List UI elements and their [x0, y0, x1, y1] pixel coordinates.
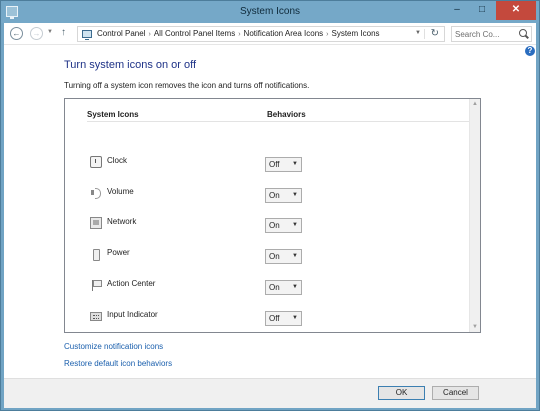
cancel-button[interactable]: Cancel	[432, 386, 479, 400]
ok-button[interactable]: OK	[378, 386, 425, 400]
header-divider	[87, 121, 473, 122]
row-volume: Volume On ▼	[87, 186, 327, 203]
clock-icon	[90, 156, 102, 168]
address-dropdown-icon[interactable]: ▼	[415, 30, 421, 36]
client-area: ← → ▼ ↑ Control Panel › All Control Panel …	[4, 23, 536, 408]
breadcrumb: Control Panel › All Control Panel Items › No…	[97, 29, 380, 38]
select-value: On	[269, 221, 280, 230]
search-input[interactable]	[455, 28, 517, 40]
chevron-down-icon: ▼	[292, 192, 298, 198]
clock-behavior-select[interactable]: Off ▼	[265, 157, 302, 172]
power-behavior-select[interactable]: On ▼	[265, 249, 302, 264]
input-indicator-behavior-select[interactable]: Off ▼	[265, 311, 302, 326]
column-header-system-icons: System Icons	[87, 110, 139, 119]
volume-behavior-select[interactable]: On ▼	[265, 188, 302, 203]
action-center-icon	[90, 279, 102, 291]
action-center-behavior-select[interactable]: On ▼	[265, 280, 302, 295]
address-box[interactable]: Control Panel › All Control Panel Items › No…	[77, 26, 445, 42]
help-icon[interactable]: ?	[525, 46, 535, 56]
row-label: Power	[107, 248, 130, 257]
chevron-down-icon: ▼	[292, 222, 298, 228]
column-header-behaviors: Behaviors	[267, 110, 306, 119]
row-label: Network	[107, 217, 137, 226]
system-icons-list: System Icons Behaviors Clock Off ▼ Volum…	[64, 98, 481, 333]
vertical-scrollbar[interactable]: ▲ ▼	[469, 99, 480, 332]
breadcrumb-separator[interactable]: ›	[238, 31, 240, 38]
network-behavior-select[interactable]: On ▼	[265, 218, 302, 233]
breadcrumb-control-panel[interactable]: Control Panel	[97, 29, 145, 38]
refresh-icon[interactable]: ↻	[431, 28, 439, 39]
chevron-down-icon: ▼	[292, 253, 298, 259]
address-bar: ← → ▼ ↑ Control Panel › All Control Panel …	[4, 23, 536, 45]
breadcrumb-notification-area-icons[interactable]: Notification Area Icons	[244, 29, 324, 38]
title-bar[interactable]: System Icons – □ ✕	[1, 1, 539, 23]
row-action-center: Action Center On ▼	[87, 278, 327, 295]
chevron-down-icon: ▼	[292, 284, 298, 290]
dialog-footer: OK Cancel	[4, 378, 536, 408]
restore-default-icon-behaviors-link[interactable]: Restore default icon behaviors	[64, 359, 172, 368]
close-button[interactable]: ✕	[496, 1, 536, 20]
scroll-up-icon[interactable]: ▲	[472, 101, 478, 107]
volume-icon	[90, 187, 102, 199]
chevron-down-icon: ▼	[292, 315, 298, 321]
row-input-indicator: Input Indicator Off ▼	[87, 309, 327, 326]
maximize-button[interactable]: □	[470, 1, 494, 20]
page-title: Turn system icons on or off	[64, 59, 197, 71]
scroll-down-icon[interactable]: ▼	[472, 324, 478, 330]
row-network: Network On ▼	[87, 216, 327, 233]
up-button[interactable]: ↑	[61, 27, 66, 38]
input-indicator-icon	[90, 312, 102, 321]
network-icon	[90, 217, 102, 229]
row-label: Action Center	[107, 279, 156, 288]
breadcrumb-separator[interactable]: ›	[326, 31, 328, 38]
forward-button[interactable]: →	[30, 27, 43, 40]
window: System Icons – □ ✕ ← → ▼ ↑ Control Panel…	[0, 0, 540, 411]
row-label: Volume	[107, 187, 134, 196]
row-label: Clock	[107, 156, 128, 165]
chevron-down-icon: ▼	[292, 161, 298, 167]
select-value: On	[269, 191, 280, 200]
breadcrumb-system-icons[interactable]: System Icons	[332, 29, 380, 38]
address-divider	[424, 29, 425, 39]
select-value: On	[269, 283, 280, 292]
search-icon[interactable]	[519, 29, 527, 37]
select-value: On	[269, 252, 280, 261]
breadcrumb-separator[interactable]: ›	[148, 31, 150, 38]
row-clock: Clock Off ▼	[87, 155, 327, 172]
select-value: Off	[269, 314, 280, 323]
back-button[interactable]: ←	[10, 27, 23, 40]
page-description: Turning off a system icon removes the ic…	[64, 81, 310, 90]
minimize-button[interactable]: –	[445, 1, 469, 20]
recent-locations-dropdown[interactable]: ▼	[47, 29, 53, 35]
control-panel-icon	[82, 30, 92, 40]
breadcrumb-all-items[interactable]: All Control Panel Items	[154, 29, 235, 38]
search-box[interactable]	[451, 26, 532, 42]
row-power: Power On ▼	[87, 247, 327, 264]
select-value: Off	[269, 160, 280, 169]
customize-notification-icons-link[interactable]: Customize notification icons	[64, 342, 163, 351]
row-label: Input Indicator	[107, 310, 158, 319]
power-icon	[90, 248, 102, 261]
